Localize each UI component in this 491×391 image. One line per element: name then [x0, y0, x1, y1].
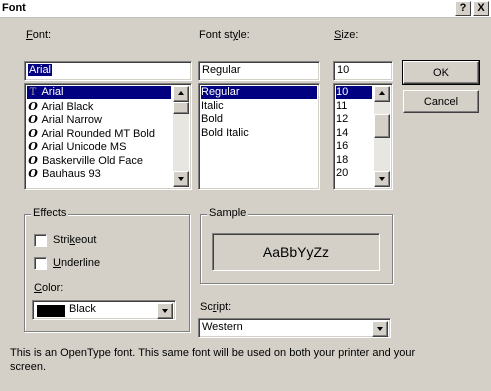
- sample-label: Sample: [207, 207, 249, 219]
- truetype-icon: T: [29, 87, 37, 98]
- arrow-up-icon: [379, 91, 385, 95]
- size-list-scrollbar[interactable]: [374, 86, 390, 187]
- font-list-scrollbar[interactable]: [173, 86, 189, 187]
- font-list-item[interactable]: O Arial Rounded MT Bold: [27, 127, 171, 140]
- opentype-icon: O: [28, 99, 38, 113]
- font-list-item[interactable]: O Arial Narrow: [27, 113, 171, 126]
- strikeout-label[interactable]: Strikeout: [53, 234, 96, 246]
- window-title: Font: [2, 2, 26, 14]
- list-item-label: 14: [336, 126, 349, 139]
- list-item-label: 18: [336, 153, 349, 166]
- opentype-icon: O: [28, 167, 38, 180]
- script-value: Western: [202, 321, 243, 333]
- list-item-label: 11: [336, 99, 348, 112]
- opentype-icon: O: [28, 126, 38, 140]
- list-item-label: Arial Unicode MS: [41, 141, 127, 153]
- arrow-down-icon: [178, 177, 184, 181]
- scroll-up-button[interactable]: [374, 86, 390, 102]
- font-dialog: Font ? X Font: Arial T Arial O Arial Blac…: [0, 0, 491, 391]
- size-list-item[interactable]: 16: [336, 140, 372, 153]
- style-list-item[interactable]: Bold Italic: [201, 127, 317, 140]
- font-style-label: Font style:: [199, 29, 250, 41]
- help-button[interactable]: ?: [455, 1, 471, 16]
- list-item-label: Arial Black: [41, 100, 94, 113]
- scroll-thumb[interactable]: [173, 102, 189, 114]
- script-dropdown-button[interactable]: [372, 321, 388, 337]
- sample-text: AaBbYyZz: [262, 244, 330, 260]
- chevron-down-icon: [377, 327, 383, 331]
- scroll-down-button[interactable]: [173, 171, 189, 187]
- size-input[interactable]: 10: [333, 61, 393, 81]
- opentype-icon: O: [28, 113, 38, 126]
- list-item-label: Regular: [201, 86, 240, 98]
- ok-button[interactable]: OK: [402, 60, 480, 85]
- title-bar: Font ? X: [0, 0, 491, 18]
- style-list-item[interactable]: Regular: [201, 86, 317, 99]
- font-list-item[interactable]: T Arial: [27, 86, 171, 99]
- underline-label[interactable]: Underline: [53, 257, 100, 269]
- color-swatch: [37, 305, 65, 317]
- ok-button-label: OK: [433, 67, 449, 79]
- list-item-label: Bold Italic: [201, 126, 249, 139]
- list-item-label: Italic: [201, 99, 224, 112]
- color-dropdown-button[interactable]: [157, 303, 173, 319]
- close-button[interactable]: X: [473, 1, 489, 16]
- style-list-item[interactable]: Italic: [201, 100, 317, 113]
- font-style-input[interactable]: Regular: [198, 61, 320, 81]
- underline-checkbox[interactable]: [34, 257, 47, 270]
- scroll-down-button[interactable]: [374, 171, 390, 187]
- size-list-item[interactable]: 20: [336, 167, 372, 180]
- arrow-down-icon: [379, 177, 385, 181]
- font-description: This is an OpenType font. This same font…: [10, 347, 416, 373]
- font-list-item[interactable]: O Baskerville Old Face: [27, 154, 171, 167]
- effects-label: Effects: [31, 207, 69, 219]
- opentype-icon: O: [28, 153, 38, 167]
- color-select[interactable]: Black: [32, 300, 176, 320]
- cancel-button[interactable]: Cancel: [403, 90, 479, 113]
- font-label: Font:: [26, 29, 52, 41]
- list-item-label: Arial Narrow: [41, 114, 102, 126]
- script-label: Script:: [200, 301, 232, 313]
- list-item-label: Bold: [201, 113, 224, 125]
- size-list-item[interactable]: 14: [336, 127, 372, 140]
- font-style-value: Regular: [202, 64, 241, 76]
- font-name-value: Arial: [28, 64, 53, 76]
- list-item-label: 12: [336, 113, 349, 125]
- list-item-label: 10: [336, 86, 349, 98]
- font-name-input[interactable]: Arial: [24, 61, 192, 81]
- font-list-item[interactable]: O Arial Unicode MS: [27, 140, 171, 153]
- style-list-item[interactable]: Bold: [201, 113, 317, 126]
- list-item-label: Bauhaus 93: [42, 168, 101, 180]
- font-list-item[interactable]: O Bauhaus 93: [27, 167, 171, 180]
- list-item-label: Baskerville Old Face: [42, 154, 143, 167]
- size-list-item[interactable]: 11: [336, 100, 372, 113]
- scroll-thumb[interactable]: [374, 114, 390, 138]
- size-list-item[interactable]: 10: [336, 86, 372, 99]
- list-item-label: Arial: [41, 86, 64, 98]
- size-list-item[interactable]: 12: [336, 113, 372, 126]
- sample-preview: AaBbYyZz: [212, 233, 380, 271]
- list-item-label: Arial Rounded MT Bold: [41, 127, 155, 140]
- strikeout-checkbox[interactable]: [34, 234, 47, 247]
- script-select[interactable]: Western: [198, 318, 391, 338]
- scroll-up-button[interactable]: [173, 86, 189, 102]
- size-list-item[interactable]: 18: [336, 154, 372, 167]
- font-name-list[interactable]: T Arial O Arial Black O Arial Narrow O Aria…: [24, 83, 192, 190]
- font-list-item[interactable]: O Arial Black: [27, 100, 171, 113]
- size-label: Size:: [334, 29, 359, 41]
- opentype-icon: O: [28, 140, 38, 153]
- size-list[interactable]: 10 11 12 14 16 18 20: [333, 83, 393, 190]
- list-item-label: 16: [336, 140, 349, 152]
- list-item-label: 20: [336, 167, 349, 179]
- chevron-down-icon: [162, 309, 168, 313]
- color-value: Black: [69, 303, 96, 315]
- color-label: Color:: [34, 282, 64, 294]
- size-value: 10: [337, 64, 350, 76]
- arrow-up-icon: [178, 91, 184, 95]
- font-style-list[interactable]: Regular Italic Bold Bold Italic: [198, 83, 320, 190]
- cancel-button-label: Cancel: [423, 96, 459, 108]
